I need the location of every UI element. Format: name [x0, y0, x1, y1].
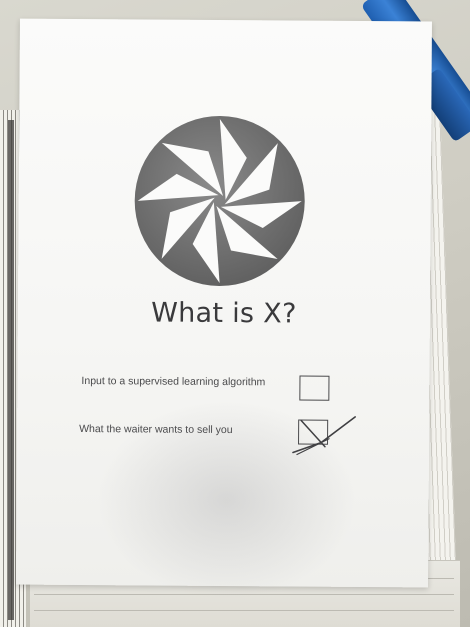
option-label-supervised-input: Input to a supervised learning algorithm [81, 375, 266, 389]
checkbox-supervised-input[interactable] [299, 375, 330, 401]
photo-scene: What is X? Input to a supervised learnin… [0, 0, 470, 627]
paper-stack-shadow [8, 120, 14, 620]
paper-edge-line [34, 610, 454, 611]
printed-sheet: What is X? Input to a supervised learnin… [16, 18, 432, 601]
pinwheel-logo-icon [134, 115, 305, 286]
paper-edge-line [34, 594, 454, 595]
check-mark-icon [292, 416, 357, 456]
page-title: What is X? [151, 297, 297, 330]
option-label-waiter: What the waiter wants to sell you [79, 422, 233, 437]
